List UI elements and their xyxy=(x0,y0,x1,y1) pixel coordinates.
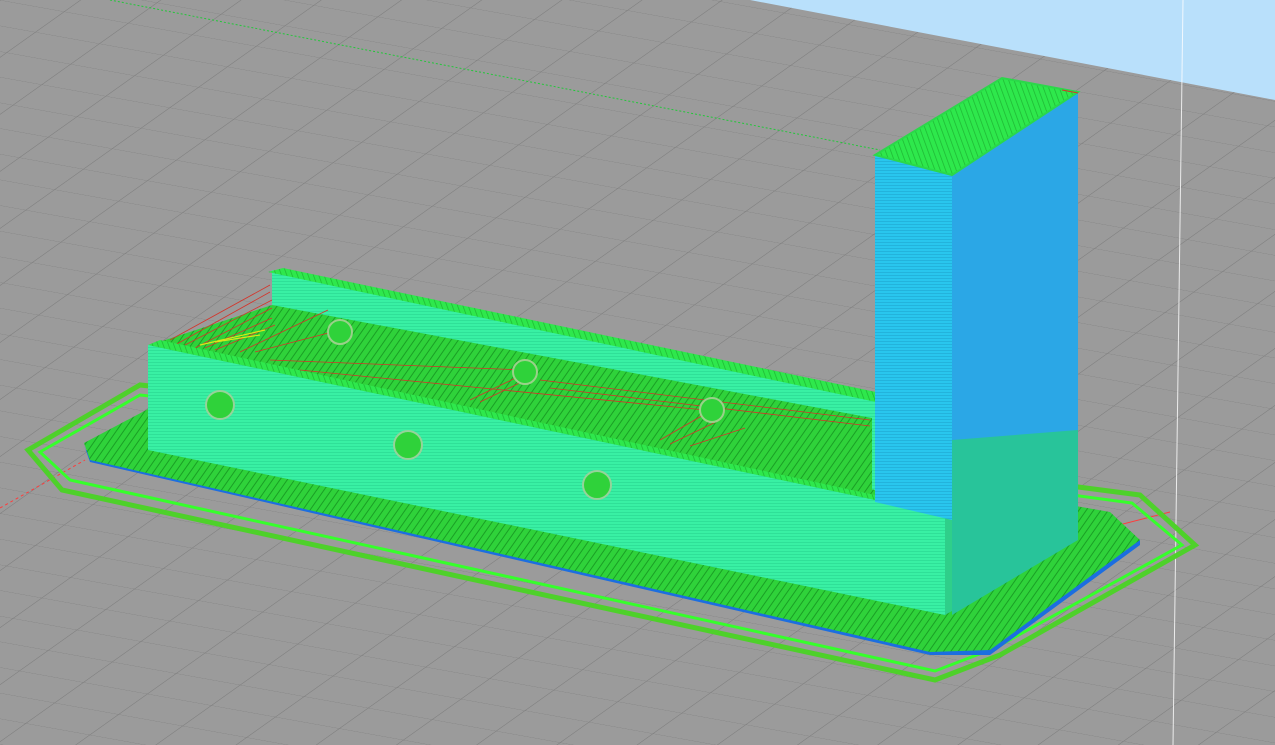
gcode-preview-scene[interactable] xyxy=(0,0,1275,745)
back-hole-2 xyxy=(512,359,538,385)
tower-front-face xyxy=(875,155,952,520)
front-hole-3 xyxy=(582,470,612,500)
3d-print-preview-viewport[interactable] xyxy=(0,0,1275,745)
back-hole-1 xyxy=(327,319,353,345)
front-hole-1 xyxy=(205,390,235,420)
front-hole-2 xyxy=(393,430,423,460)
back-hole-3 xyxy=(699,397,725,423)
